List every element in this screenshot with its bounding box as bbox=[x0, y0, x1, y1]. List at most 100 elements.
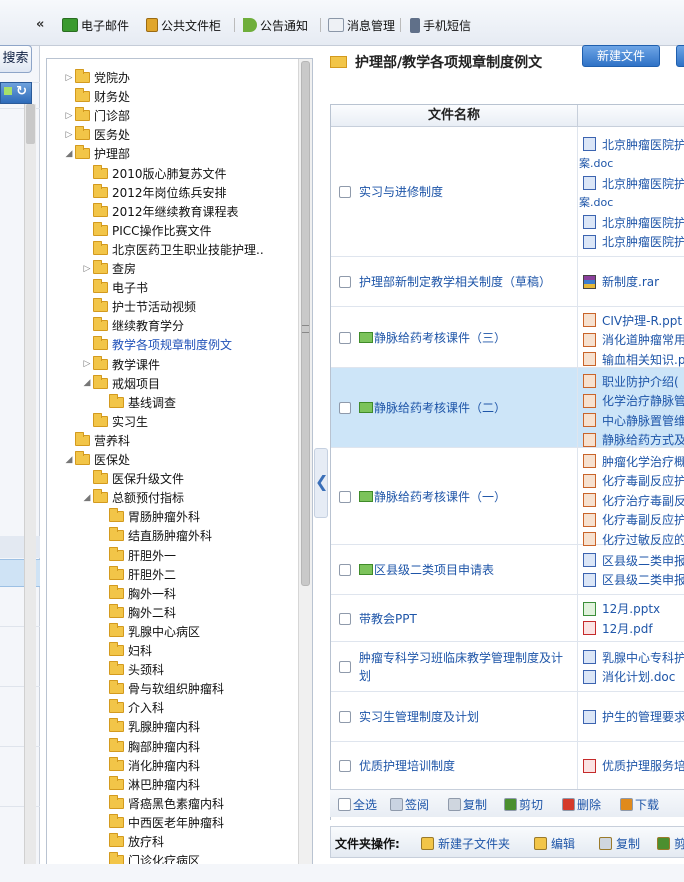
table-row[interactable]: 优质护理培训制度 优质护理服务培 bbox=[331, 742, 684, 790]
tree-node[interactable]: 胸外一科 bbox=[97, 584, 176, 603]
left-scrollbar[interactable] bbox=[24, 104, 36, 864]
attachment-name-continuation[interactable]: 案.doc bbox=[579, 194, 613, 212]
attachment-link[interactable]: 化疗治疗毒副反 bbox=[583, 491, 684, 509]
attachment-link[interactable]: 输血相关知识.p bbox=[583, 350, 684, 368]
row-checkbox[interactable] bbox=[339, 760, 351, 772]
attachment-link[interactable]: 化疗毒副反应护 bbox=[583, 511, 684, 529]
tree-node[interactable]: 头颈科 bbox=[97, 660, 164, 679]
attachment-link[interactable]: 区县级二类申报 bbox=[583, 571, 684, 589]
toolbar-messages[interactable]: 消息管理 bbox=[328, 16, 395, 34]
collapse-panel-handle[interactable]: ❮ bbox=[314, 448, 328, 518]
tree-node[interactable]: ▷ 医务处 bbox=[63, 125, 130, 144]
attachment-link[interactable]: 中心静脉置管维 bbox=[583, 411, 684, 429]
attachment-link[interactable]: 12月.pdf bbox=[583, 619, 653, 637]
table-row[interactable]: 静脉给药考核课件（三） CIV护理-R.ppt 消化道肿瘤常用 输血相关知识.p bbox=[331, 307, 684, 368]
folder-op-new-folder[interactable]: 新建子文件夹 bbox=[421, 835, 510, 852]
attachment-link[interactable]: 乳腺中心专科护 bbox=[583, 648, 684, 666]
collapsed-arrow-icon[interactable]: ▷ bbox=[63, 111, 75, 121]
row-checkbox[interactable] bbox=[339, 711, 351, 723]
attachment-link[interactable]: 静脉给药方式及 bbox=[583, 431, 684, 449]
attachment-link[interactable]: 职业防护介绍( bbox=[583, 372, 679, 390]
attachment-link[interactable]: 区县级二类申报 bbox=[583, 551, 684, 569]
attachment-link[interactable]: 护生的管理要求 bbox=[583, 708, 684, 726]
attachment-link[interactable]: 消化计划.doc bbox=[583, 668, 675, 686]
attachment-link[interactable]: 化疗毒副反应护 bbox=[583, 472, 684, 490]
tree-node[interactable]: 实习生 bbox=[81, 412, 148, 431]
tree-node[interactable]: 2012年继续教育课程表 bbox=[81, 202, 239, 221]
table-row[interactable]: 护理部新制定教学相关制度（草稿） 新制度.rar bbox=[331, 257, 684, 307]
file-entry-title[interactable]: 肿瘤专科学习班临床教学管理制度及计划 bbox=[359, 649, 567, 685]
tree-node[interactable]: 2012年岗位练兵安排 bbox=[81, 183, 227, 202]
row-checkbox[interactable] bbox=[339, 564, 351, 576]
action-cut[interactable]: 剪切 bbox=[504, 796, 543, 813]
tree-node[interactable]: 胸部肿瘤内科 bbox=[97, 737, 200, 756]
collapse-toggle-icon[interactable]: « bbox=[36, 17, 44, 32]
attachment-link[interactable]: 消化道肿瘤常用 bbox=[583, 331, 684, 349]
action-delete[interactable]: 删除 bbox=[562, 796, 601, 813]
attachment-link[interactable]: 新制度.rar bbox=[583, 273, 659, 291]
tree-node[interactable]: 胸外二科 bbox=[97, 603, 176, 622]
file-entry-title[interactable]: 护理部新制定教学相关制度（草稿） bbox=[359, 273, 567, 291]
tree-node[interactable]: ▷ 查房 bbox=[81, 259, 136, 278]
action-sign[interactable]: 签阅 bbox=[390, 796, 429, 813]
file-entry-title[interactable]: 区县级二类项目申请表 bbox=[359, 561, 567, 579]
action-copy[interactable]: 复制 bbox=[448, 796, 487, 813]
attachment-link[interactable]: 北京肿瘤医院护 bbox=[583, 174, 684, 192]
tree-node[interactable]: ▷ 党院办 bbox=[63, 68, 130, 87]
tree-node[interactable]: ◢ 护理部 bbox=[63, 144, 130, 163]
tree-node[interactable]: 2010版心肺复苏文件 bbox=[81, 164, 227, 183]
toolbar-announcement[interactable]: 公告通知 bbox=[243, 16, 308, 34]
table-row[interactable]: 区县级二类项目申请表 区县级二类申报 区县级二类申报 bbox=[331, 545, 684, 595]
tree-node[interactable]: 护士节活动视频 bbox=[81, 297, 196, 316]
attachment-link[interactable]: 化学治疗静脉管 bbox=[583, 392, 684, 410]
folder-op-copy[interactable]: 复制 bbox=[599, 835, 640, 852]
collapsed-arrow-icon[interactable]: ▷ bbox=[81, 359, 93, 369]
file-entry-title[interactable]: 实习生管理制度及计划 bbox=[359, 708, 567, 726]
row-checkbox[interactable] bbox=[339, 661, 351, 673]
tree-node[interactable]: 妇科 bbox=[97, 641, 152, 660]
file-entry-title[interactable]: 静脉给药考核课件（二） bbox=[359, 399, 567, 417]
expanded-arrow-icon[interactable]: ◢ bbox=[81, 493, 93, 503]
tree-node[interactable]: 北京医药卫生职业技能护理.. bbox=[81, 240, 264, 259]
collapsed-arrow-icon[interactable]: ▷ bbox=[63, 130, 75, 140]
collapsed-arrow-icon[interactable]: ▷ bbox=[81, 264, 93, 274]
tree-node[interactable]: ▷ 门诊部 bbox=[63, 106, 130, 125]
tree-node[interactable]: 电子书 bbox=[81, 278, 148, 297]
tree-node[interactable]: ◢ 医保处 bbox=[63, 450, 130, 469]
file-entry-title[interactable]: 带教会PPT bbox=[359, 610, 567, 628]
attachment-name-continuation[interactable]: 案.doc bbox=[579, 155, 613, 173]
attachment-link[interactable]: 优质护理服务培 bbox=[583, 757, 684, 775]
tree-node[interactable]: 肝胆外一 bbox=[97, 546, 176, 565]
secondary-action-button[interactable] bbox=[676, 45, 684, 67]
attachment-link[interactable]: 肿瘤化学治疗概 bbox=[583, 452, 684, 470]
folder-op-cut[interactable]: 剪 bbox=[657, 835, 684, 852]
table-row[interactable]: 静脉给药考核课件（一） 肿瘤化学治疗概 化疗毒副反应护 化疗治疗毒副反 化疗毒副反应护化… bbox=[331, 448, 684, 547]
tree-node[interactable]: 财务处 bbox=[63, 87, 130, 106]
refresh-button[interactable]: ↻ bbox=[0, 82, 32, 104]
attachment-link[interactable]: 北京肿瘤医院护 bbox=[583, 213, 684, 231]
attachment-link[interactable]: 北京肿瘤医院护 bbox=[583, 135, 684, 153]
tree-node[interactable]: 中西医老年肿瘤科 bbox=[97, 813, 224, 832]
toolbar-email[interactable]: 电子邮件 bbox=[62, 16, 129, 34]
tree-node[interactable]: 淋巴肿瘤内科 bbox=[97, 775, 200, 794]
row-checkbox[interactable] bbox=[339, 612, 351, 625]
row-checkbox[interactable] bbox=[339, 402, 351, 414]
toolbar-public-cabinet[interactable]: 公共文件柜 bbox=[146, 16, 221, 34]
expanded-arrow-icon[interactable]: ◢ bbox=[81, 378, 93, 388]
tree-scrollbar[interactable] bbox=[298, 59, 312, 877]
tree-node[interactable]: PICC操作比赛文件 bbox=[81, 221, 212, 240]
new-file-button[interactable]: 新建文件 bbox=[582, 45, 660, 67]
tree-node[interactable]: 消化肿瘤内科 bbox=[97, 756, 200, 775]
attachment-link[interactable]: 北京肿瘤医院护 bbox=[583, 233, 684, 251]
row-checkbox[interactable] bbox=[339, 276, 351, 288]
action-download[interactable]: 下载 bbox=[620, 796, 659, 813]
column-header-filename[interactable]: 文件名称 bbox=[331, 105, 578, 127]
row-checkbox[interactable] bbox=[339, 186, 351, 198]
tree-node[interactable]: ▷ 教学课件 bbox=[81, 355, 160, 374]
tree-node[interactable]: ◢ 戒烟项目 bbox=[81, 374, 160, 393]
file-entry-title[interactable]: 实习与进修制度 bbox=[359, 183, 567, 201]
toolbar-sms[interactable]: 手机短信 bbox=[410, 16, 471, 34]
tree-node[interactable]: 乳腺肿瘤内科 bbox=[97, 717, 200, 736]
attachment-link[interactable]: 12月.pptx bbox=[583, 600, 660, 618]
search-button[interactable]: 搜索 bbox=[0, 45, 32, 73]
